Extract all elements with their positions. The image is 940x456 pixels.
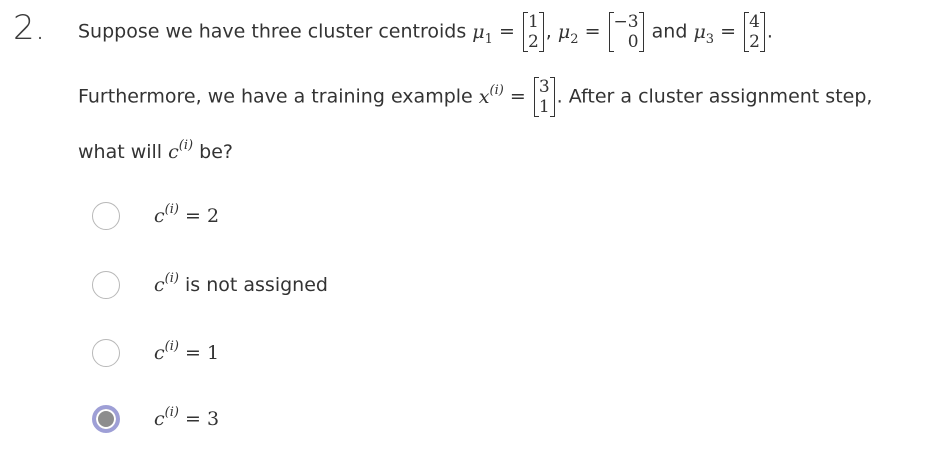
option-label: c(i) is not assigned bbox=[154, 271, 328, 296]
option-1[interactable]: c(i) = 2 bbox=[92, 200, 219, 232]
mu3-vector: 42 bbox=[744, 12, 765, 52]
equals-sign: = bbox=[498, 20, 515, 43]
mu2-vector: −3 0 bbox=[608, 12, 644, 52]
question-text: what will bbox=[78, 141, 169, 163]
mu3-symbol: μ3 bbox=[693, 20, 715, 47]
radio-button[interactable] bbox=[92, 202, 120, 230]
option-label: c(i) = 2 bbox=[154, 202, 220, 227]
question-text: Suppose we have three cluster centroids bbox=[78, 20, 473, 43]
equals-sign: = bbox=[509, 85, 526, 108]
question-text: Furthermore, we have a training example bbox=[78, 85, 479, 108]
radio-button[interactable] bbox=[92, 271, 120, 299]
option-2[interactable]: c(i) is not assigned bbox=[92, 269, 328, 301]
option-label: c(i) = 3 bbox=[154, 405, 220, 430]
radio-button[interactable] bbox=[92, 339, 120, 367]
mu1-symbol: μ1 bbox=[472, 20, 493, 47]
radio-button-selected[interactable] bbox=[92, 405, 120, 433]
comma: , bbox=[545, 20, 552, 43]
question-line-1: Suppose we have three cluster centroids … bbox=[78, 12, 773, 52]
question-number: 2. bbox=[13, 8, 46, 48]
question-text: . After a cluster assignment step, bbox=[556, 85, 873, 108]
x-symbol: x(i) bbox=[478, 82, 504, 108]
mu2-symbol: μ2 bbox=[557, 20, 579, 47]
question-line-2: Furthermore, we have a training example … bbox=[78, 77, 872, 117]
period: . bbox=[766, 20, 773, 43]
mu1-vector: 12 bbox=[522, 12, 544, 52]
question-text: be? bbox=[193, 141, 233, 163]
x-vector: 31 bbox=[533, 77, 555, 117]
c-symbol: c(i) bbox=[168, 138, 194, 163]
question-line-3: what will c(i) be? bbox=[78, 138, 233, 163]
option-4[interactable]: c(i) = 3 bbox=[92, 403, 219, 435]
and-text: and bbox=[651, 20, 688, 43]
option-label: c(i) = 1 bbox=[154, 339, 220, 364]
option-3[interactable]: c(i) = 1 bbox=[92, 337, 219, 369]
equals-sign: = bbox=[584, 20, 601, 43]
equals-sign: = bbox=[720, 20, 737, 43]
